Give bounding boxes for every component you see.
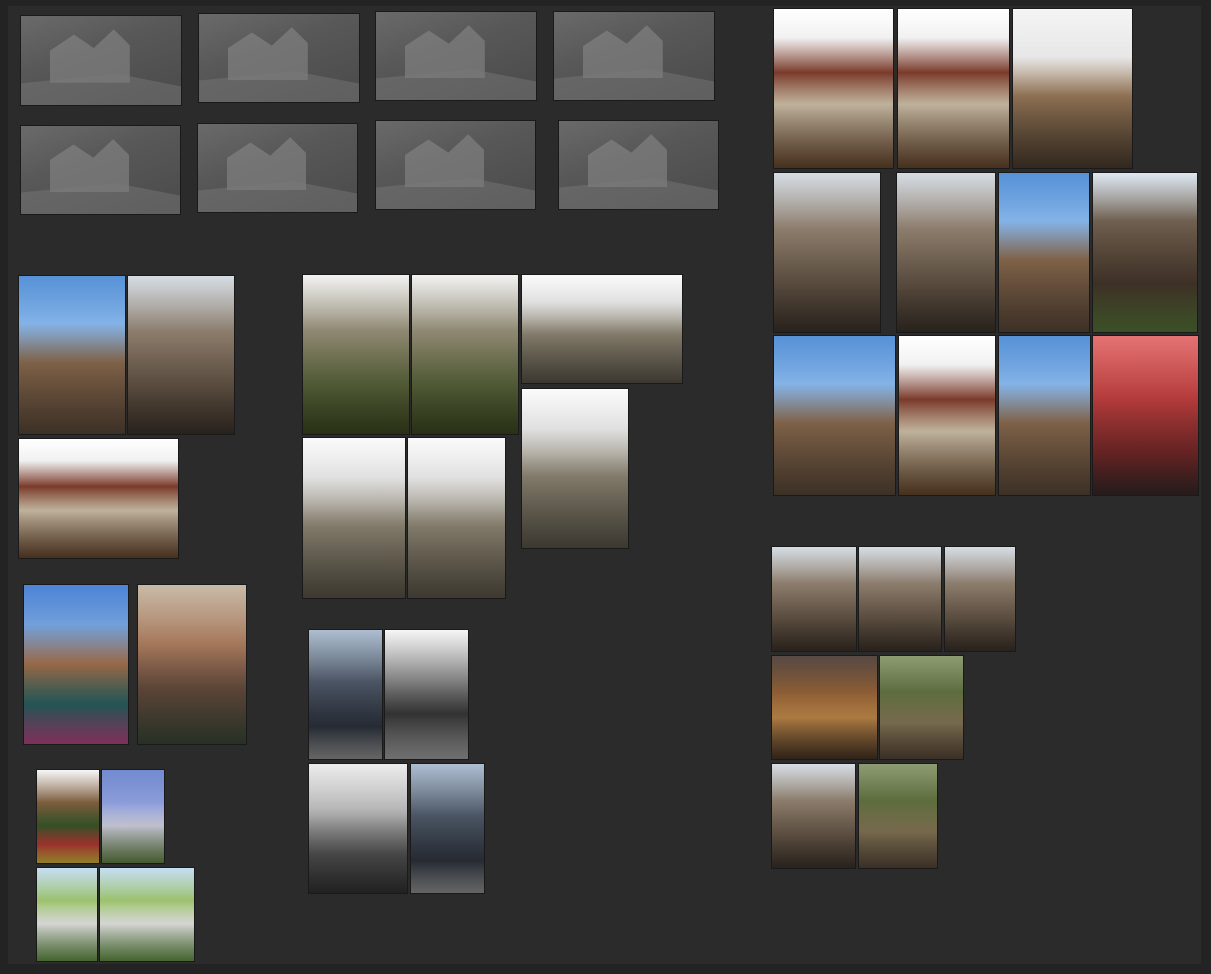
reference-photo[interactable] bbox=[771, 655, 878, 760]
reference-board[interactable] bbox=[8, 6, 1201, 964]
blockout-render[interactable] bbox=[375, 11, 537, 101]
reference-photo[interactable] bbox=[308, 629, 383, 760]
reference-photo[interactable] bbox=[998, 335, 1091, 496]
reference-photo[interactable] bbox=[773, 172, 881, 333]
reference-photo[interactable] bbox=[771, 763, 856, 869]
reference-photo[interactable] bbox=[771, 546, 857, 652]
reference-photo[interactable] bbox=[127, 275, 235, 435]
reference-photo[interactable] bbox=[411, 274, 519, 435]
blockout-render[interactable] bbox=[558, 120, 719, 210]
blockout-render[interactable] bbox=[197, 123, 358, 213]
blockout-render[interactable] bbox=[375, 120, 536, 210]
reference-photo[interactable] bbox=[36, 867, 98, 962]
reference-photo[interactable] bbox=[302, 274, 410, 435]
reference-photo[interactable] bbox=[858, 763, 938, 869]
reference-photo[interactable] bbox=[1092, 335, 1199, 496]
reference-photo[interactable] bbox=[879, 655, 964, 760]
reference-photo[interactable] bbox=[18, 275, 126, 435]
reference-photo[interactable] bbox=[1092, 172, 1198, 333]
reference-photo[interactable] bbox=[302, 437, 406, 599]
reference-photo[interactable] bbox=[410, 763, 485, 894]
reference-photo[interactable] bbox=[18, 438, 179, 559]
reference-photo[interactable] bbox=[308, 763, 408, 894]
blockout-render[interactable] bbox=[20, 15, 182, 106]
reference-photo[interactable] bbox=[407, 437, 506, 599]
reference-photo[interactable] bbox=[1012, 8, 1133, 169]
reference-photo[interactable] bbox=[521, 388, 629, 549]
reference-photo[interactable] bbox=[773, 8, 894, 169]
reference-photo[interactable] bbox=[896, 172, 996, 333]
reference-photo[interactable] bbox=[384, 629, 469, 760]
reference-photo[interactable] bbox=[36, 769, 100, 864]
reference-photo[interactable] bbox=[898, 335, 996, 496]
reference-photo[interactable] bbox=[858, 546, 942, 652]
blockout-render[interactable] bbox=[198, 13, 360, 103]
reference-photo[interactable] bbox=[137, 584, 247, 745]
reference-photo[interactable] bbox=[99, 867, 195, 962]
reference-photo[interactable] bbox=[897, 8, 1010, 169]
reference-photo[interactable] bbox=[101, 769, 165, 864]
reference-photo[interactable] bbox=[944, 546, 1016, 652]
reference-photo[interactable] bbox=[521, 274, 683, 384]
blockout-render[interactable] bbox=[553, 11, 715, 101]
blockout-render[interactable] bbox=[20, 125, 181, 215]
reference-photo[interactable] bbox=[998, 172, 1090, 333]
reference-photo[interactable] bbox=[23, 584, 129, 745]
reference-photo[interactable] bbox=[773, 335, 896, 496]
